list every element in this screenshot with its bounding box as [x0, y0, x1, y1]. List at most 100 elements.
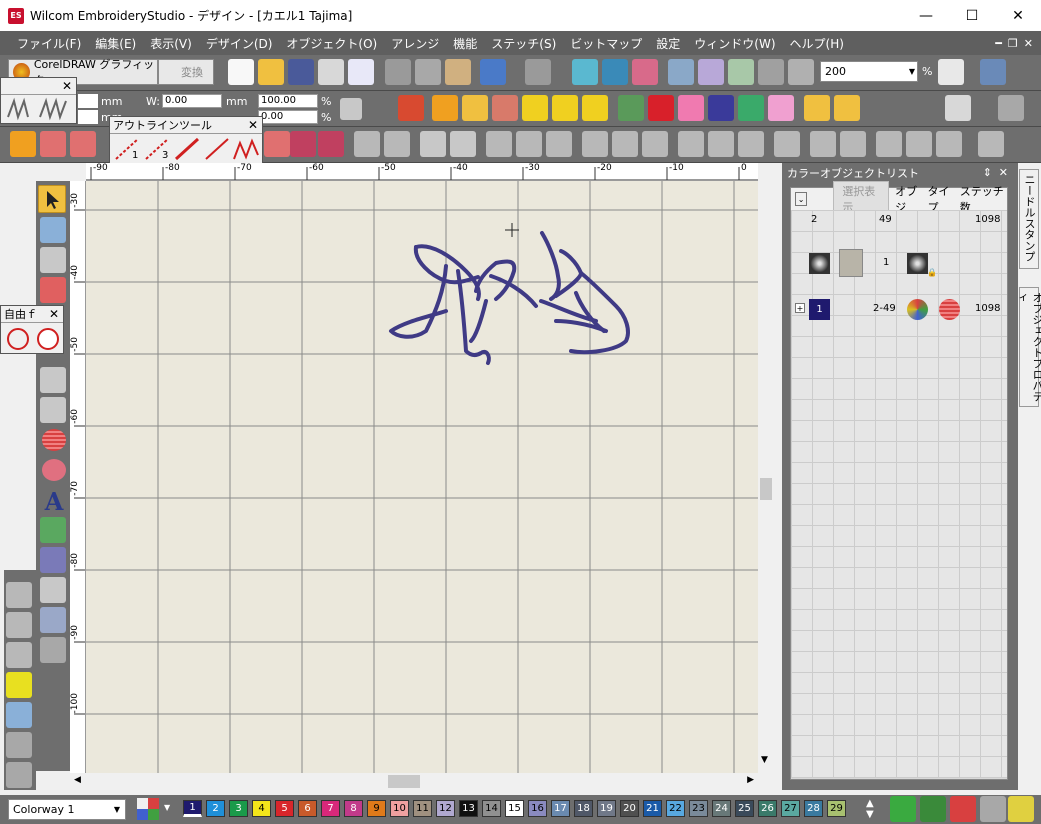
- print-icon[interactable]: [318, 59, 344, 85]
- menu-design[interactable]: デザイン(D): [199, 35, 280, 52]
- color-swatch[interactable]: 28: [804, 800, 823, 817]
- scroll-down-icon[interactable]: ▼: [761, 755, 768, 765]
- list-item[interactable]: 1 🔒: [791, 249, 1007, 277]
- menu-arrange[interactable]: アレンジ: [384, 35, 446, 52]
- color-swatch[interactable]: 15: [505, 800, 524, 817]
- travel-icon-5[interactable]: [788, 59, 814, 85]
- travel-icon-4[interactable]: [758, 59, 784, 85]
- reshape-icon[interactable]: [40, 217, 66, 243]
- grid-icon-2[interactable]: [834, 95, 860, 121]
- undo-icon[interactable]: [480, 59, 506, 85]
- stitch-tools-close-icon[interactable]: ✕: [62, 79, 72, 93]
- landscape-icon[interactable]: [618, 95, 644, 121]
- color-swatch[interactable]: 13: [459, 800, 478, 817]
- digitize-run-icon[interactable]: [40, 367, 66, 393]
- lettering-icon[interactable]: A: [40, 487, 68, 516]
- vertical-scroll-thumb[interactable]: [760, 478, 772, 500]
- color-swatch[interactable]: 1: [183, 800, 202, 817]
- color-swatch[interactable]: 7: [321, 800, 340, 817]
- copy-icon[interactable]: [415, 59, 441, 85]
- mdi-close-button[interactable]: ✕: [1024, 37, 1033, 50]
- color-swatch[interactable]: 11: [413, 800, 432, 817]
- open-folder-icon[interactable]: [258, 59, 284, 85]
- grid-icon-1[interactable]: [804, 95, 830, 121]
- zigzag-tool-icon[interactable]: [10, 131, 36, 157]
- travel-icon-2[interactable]: [698, 59, 724, 85]
- redo-icon[interactable]: [525, 59, 551, 85]
- colorway-select[interactable]: Colorway 1 ▼: [8, 799, 126, 820]
- expand-all-icon[interactable]: ⌄: [795, 192, 808, 206]
- menu-bitmap[interactable]: ビットマップ: [563, 35, 649, 52]
- horizontal-scroll-thumb[interactable]: [388, 775, 420, 788]
- save-icon[interactable]: [288, 59, 314, 85]
- color-swatch[interactable]: 4: [252, 800, 271, 817]
- color-swatch[interactable]: 21: [643, 800, 662, 817]
- align-top-icon[interactable]: [678, 131, 704, 157]
- vertical-scrollbar[interactable]: ▼: [758, 163, 774, 773]
- wave-tool-icon[interactable]: [40, 131, 66, 157]
- cut-icon[interactable]: [385, 59, 411, 85]
- hoop-icon[interactable]: [980, 59, 1006, 85]
- realistic-view-icon[interactable]: [632, 59, 658, 85]
- freehand-circle-icon[interactable]: [7, 328, 29, 350]
- mirror-icon[interactable]: [978, 131, 1004, 157]
- fill-tatami-icon[interactable]: [432, 95, 458, 121]
- circle-shape-icon[interactable]: [6, 612, 32, 638]
- add-color-icon[interactable]: [890, 796, 916, 822]
- unlock-icon[interactable]: [450, 131, 476, 157]
- color-swatch[interactable]: 18: [574, 800, 593, 817]
- magnifier-icon[interactable]: [945, 95, 971, 121]
- size-icon-2[interactable]: [906, 131, 932, 157]
- menu-object[interactable]: オブジェクト(O): [279, 35, 384, 52]
- no-color-icon[interactable]: [980, 796, 1006, 822]
- color-swatch[interactable]: 26: [758, 800, 777, 817]
- color-circles-icon[interactable]: [768, 95, 794, 121]
- color-swatch[interactable]: 24: [712, 800, 731, 817]
- x-input[interactable]: [78, 94, 98, 108]
- arch-icon[interactable]: [40, 247, 66, 273]
- align-middle-icon[interactable]: [708, 131, 734, 157]
- mdi-restore-button[interactable]: ❐: [1008, 37, 1018, 50]
- menu-stitch[interactable]: ステッチ(S): [484, 35, 563, 52]
- freehand-close-icon[interactable]: ✕: [49, 307, 59, 321]
- minimize-button[interactable]: —: [903, 0, 949, 31]
- hatch-icon[interactable]: [40, 607, 66, 633]
- close-button[interactable]: ✕: [995, 0, 1041, 31]
- measure-icon[interactable]: [998, 95, 1024, 121]
- select-group-icon[interactable]: [354, 131, 380, 157]
- mdi-minimize-button[interactable]: ━: [995, 37, 1002, 50]
- zigzag-tool-2-icon[interactable]: [70, 131, 96, 157]
- tab-object-properties[interactable]: オブジェクトプロパティ: [1015, 287, 1041, 407]
- panel-pin-icon[interactable]: ⇕: [983, 166, 992, 179]
- print-preview-icon[interactable]: [348, 59, 374, 85]
- color-chart-icon[interactable]: [950, 796, 976, 822]
- fill-satin-icon[interactable]: [398, 95, 424, 121]
- height-percent-input[interactable]: 0.00: [258, 110, 318, 124]
- color-swatch[interactable]: 8: [344, 800, 363, 817]
- palette-icon[interactable]: [137, 798, 159, 820]
- color-tool-icon[interactable]: [920, 796, 946, 822]
- box-shape-icon[interactable]: [6, 582, 32, 608]
- monogram-icon[interactable]: [40, 517, 66, 543]
- color-swatch[interactable]: 14: [482, 800, 501, 817]
- knife-icon[interactable]: [40, 637, 66, 663]
- color-swatch[interactable]: 9: [367, 800, 386, 817]
- pattern-tool-3-icon[interactable]: [318, 131, 344, 157]
- zoom-input[interactable]: 200 ▼: [820, 61, 918, 82]
- fish-fill-icon[interactable]: [582, 95, 608, 121]
- pattern-tool-1-icon[interactable]: [264, 131, 290, 157]
- run-stitch-icon[interactable]: [522, 95, 548, 121]
- menu-settings[interactable]: 設定: [649, 35, 687, 52]
- appliqué-icon[interactable]: [40, 547, 66, 573]
- arrange-icon-3[interactable]: [546, 131, 572, 157]
- scroll-right-icon[interactable]: ▶: [747, 775, 754, 785]
- color-swatch[interactable]: 10: [390, 800, 409, 817]
- zoom-dropdown-icon[interactable]: ▼: [909, 67, 915, 76]
- menu-view[interactable]: 表示(V): [143, 35, 199, 52]
- travel-icon-1[interactable]: [668, 59, 694, 85]
- hexagon-fill-icon[interactable]: [6, 672, 32, 698]
- maximize-button[interactable]: ☐: [949, 0, 995, 31]
- width-input[interactable]: 0.00: [162, 94, 222, 108]
- color-swatch[interactable]: 19: [597, 800, 616, 817]
- freehand-point-icon[interactable]: [37, 328, 59, 350]
